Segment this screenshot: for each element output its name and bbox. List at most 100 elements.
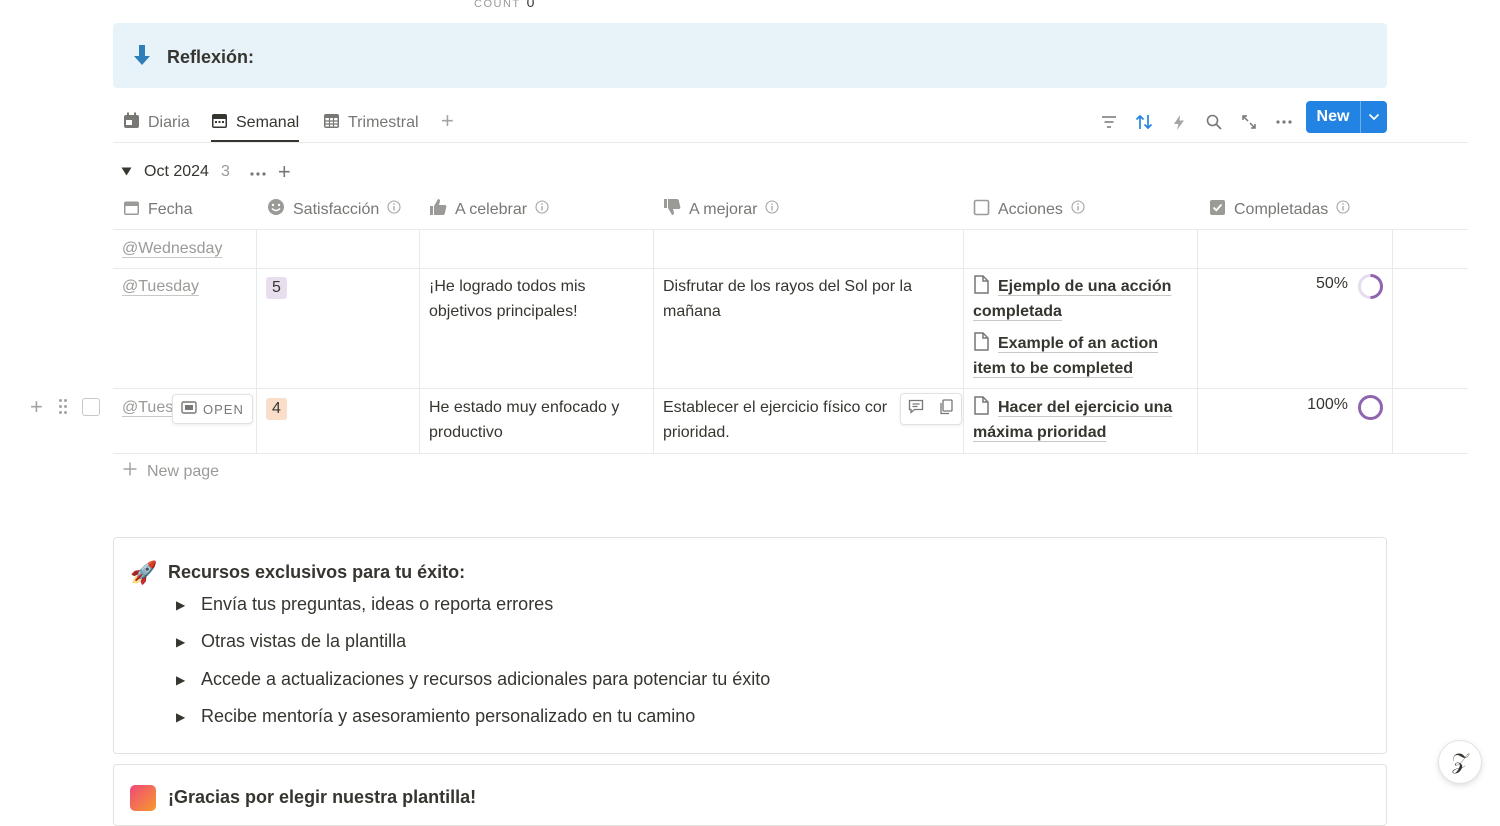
calendar-icon: [123, 199, 140, 221]
action-title: Example of an action item to be complete…: [973, 335, 1159, 377]
tab-label: Diaria: [148, 114, 190, 131]
date-cell[interactable]: @Wednesday: [122, 237, 222, 262]
date-mention[interactable]: @Wednesday: [122, 240, 222, 257]
lightning-icon[interactable]: [1169, 112, 1189, 132]
completed-percent: 100%: [1307, 396, 1348, 413]
column-acciones[interactable]: Acciones: [973, 190, 1085, 229]
resources-callout: 🚀 Recursos exclusivos para tu éxito: ▶ En…: [113, 537, 1387, 754]
column-a-mejorar[interactable]: A mejorar: [663, 190, 780, 229]
table-row[interactable]: @Wednesday: [113, 230, 1468, 269]
help-assistant-button[interactable]: 𝒵: [1438, 740, 1482, 784]
action-title: Hacer del ejercicio una máxima prioridad: [973, 399, 1173, 441]
group-count: 3: [220, 163, 230, 180]
action-page-link[interactable]: Ejemplo de una acción completada: [973, 275, 1188, 324]
open-label: OPEN: [203, 401, 244, 417]
cell-hover-tools: [900, 393, 962, 425]
action-page-link[interactable]: Example of an action item to be complete…: [973, 332, 1188, 381]
copy-icon[interactable]: [939, 398, 954, 420]
add-icon[interactable]: +: [278, 159, 291, 185]
count-value: 0: [526, 0, 535, 10]
resources-title: Recursos exclusivos para tu éxito:: [168, 562, 466, 582]
date-mention[interactable]: @Tues: [122, 399, 173, 416]
plus-icon: [123, 462, 137, 481]
info-icon: [387, 200, 401, 219]
tab-label: Semanal: [236, 114, 300, 131]
info-icon: [535, 200, 549, 219]
celebrate-cell[interactable]: ¡He logrado todos mis objetivos principa…: [429, 275, 639, 324]
action-title: Ejemplo de una acción completada: [973, 278, 1172, 320]
toggle-item[interactable]: ▶ Accede a actualizaciones y recursos adi…: [176, 669, 770, 690]
new-page-button[interactable]: New page: [123, 462, 219, 481]
count-summary: COUNT 0: [474, 0, 534, 10]
toggle-item[interactable]: ▶ Envía tus preguntas, ideas o reporta er…: [176, 594, 553, 615]
toggle-triangle-icon[interactable]: ▶: [176, 598, 201, 612]
smile-icon: [267, 198, 285, 221]
view-tabs-bar: Diaria Semanal Trimestral + New: [113, 100, 1468, 143]
date-cell[interactable]: @Tuesday: [122, 275, 199, 300]
column-label: Acciones: [998, 200, 1063, 218]
satisfaction-badge: 5: [266, 277, 287, 299]
thumbs-down-icon: [663, 198, 681, 221]
satisfaction-badge: 4: [266, 398, 287, 420]
column-a-celebrar[interactable]: A celebrar: [429, 190, 549, 229]
new-page-label: New page: [147, 462, 220, 480]
search-icon[interactable]: [1204, 112, 1224, 132]
actions-cell[interactable]: Ejemplo de una acción completada Example…: [973, 275, 1188, 389]
collapse-triangle-icon[interactable]: [121, 163, 132, 181]
open-page-button[interactable]: OPEN: [172, 394, 253, 424]
toggle-label: Recibe mentoría y asesoramiento personal…: [201, 706, 696, 726]
arrow-down-icon: [131, 43, 153, 72]
new-button[interactable]: New: [1306, 101, 1387, 133]
calendar-grid-icon: [323, 112, 340, 134]
comment-icon[interactable]: [908, 399, 924, 419]
column-satisfaccion[interactable]: Satisfacción: [267, 190, 401, 229]
tab-label: Trimestral: [348, 114, 419, 131]
date-mention[interactable]: @Tuesday: [122, 278, 199, 295]
group-name: Oct 2024: [144, 163, 209, 180]
checkbox-icon: [973, 199, 990, 221]
info-icon: [765, 200, 780, 219]
toggle-label: Otras vistas de la plantilla: [201, 631, 407, 651]
table-row[interactable]: @Tuesday 5 ¡He logrado todos mis objetiv…: [113, 269, 1468, 389]
action-page-link[interactable]: Hacer del ejercicio una máxima prioridad: [973, 396, 1188, 445]
filter-icon[interactable]: [1099, 112, 1119, 132]
toggle-item[interactable]: ▶ Otras vistas de la plantilla: [176, 631, 406, 652]
open-panel-icon: [181, 401, 197, 417]
expand-icon[interactable]: [1239, 112, 1259, 132]
drag-handle-icon[interactable]: [58, 398, 68, 420]
date-cell[interactable]: @Tues: [122, 396, 173, 421]
celebrate-cell[interactable]: He estado muy enfocado y productivo: [429, 396, 644, 445]
table-row[interactable]: + @Tues OPEN 4 He estado muy enfocado y …: [30, 389, 1468, 454]
column-fecha[interactable]: Fecha: [123, 190, 192, 229]
sort-icon[interactable]: [1134, 112, 1154, 132]
calendar-week-icon: [211, 112, 228, 134]
row-select-checkbox[interactable]: [82, 398, 100, 416]
more-icon[interactable]: [250, 163, 266, 181]
tab-trimestral[interactable]: Trimestral: [323, 106, 419, 140]
more-icon[interactable]: [1274, 112, 1294, 132]
new-button-label: New: [1316, 108, 1350, 125]
actions-cell[interactable]: Hacer del ejercicio una máxima prioridad: [973, 396, 1188, 453]
add-view-icon[interactable]: +: [441, 108, 454, 134]
reflection-callout: Reflexión:: [113, 23, 1387, 88]
tab-semanal[interactable]: Semanal: [211, 106, 300, 142]
improve-cell[interactable]: Disfrutar de los rayos del Sol por la ma…: [663, 275, 953, 324]
column-label: Fecha: [148, 200, 193, 218]
assistant-icon: 𝒵: [1451, 749, 1469, 775]
thanks-callout: ¡Gracias por elegir nuestra plantilla!: [113, 764, 1387, 826]
satisfaction-cell[interactable]: 4: [266, 397, 287, 422]
progress-ring: [1358, 274, 1383, 299]
add-row-icon[interactable]: +: [30, 396, 43, 418]
rocket-icon: 🚀: [130, 560, 158, 585]
tab-diaria[interactable]: Diaria: [123, 106, 190, 140]
toggle-triangle-icon[interactable]: ▶: [176, 635, 201, 649]
toggle-label: Envía tus preguntas, ideas o reporta err…: [201, 594, 554, 614]
column-completadas[interactable]: Completadas: [1209, 190, 1350, 229]
satisfaction-cell[interactable]: 5: [266, 276, 287, 301]
toggle-triangle-icon[interactable]: ▶: [176, 710, 201, 724]
toggle-item[interactable]: ▶ Recibe mentoría y asesoramiento persona…: [176, 706, 695, 727]
checked-box-icon: [1209, 199, 1226, 221]
template-logo-icon: [130, 785, 156, 811]
toggle-triangle-icon[interactable]: ▶: [176, 673, 201, 687]
chevron-down-icon[interactable]: [1361, 113, 1387, 121]
